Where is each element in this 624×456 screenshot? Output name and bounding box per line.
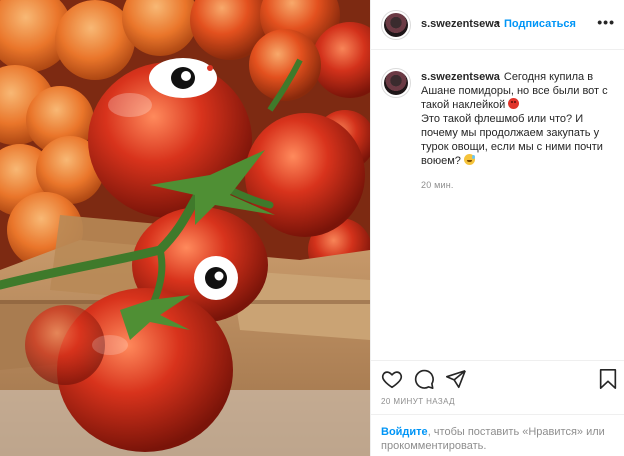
caption-time: 20 мин. (421, 180, 454, 190)
post-header: s.swezentsewa • Подписаться ••• (371, 0, 624, 50)
post-timestamp: 20 МИНУТ НАЗАД (381, 397, 455, 406)
caption-avatar[interactable] (381, 68, 411, 98)
caption-text: s.swezentsewa Сегодня купила в Ашане поми… (421, 70, 621, 168)
sticker-top (149, 58, 217, 98)
avatar[interactable] (381, 10, 411, 40)
follow-button[interactable]: Подписаться (504, 18, 576, 30)
separator-dot: • (496, 17, 500, 29)
action-bar (371, 360, 624, 396)
login-prompt: Войдите, чтобы поставить «Нравится» или … (381, 425, 617, 453)
bookmark-icon[interactable] (597, 368, 619, 390)
angry-face-emoji-icon (508, 98, 520, 109)
caption-username[interactable]: s.swezentsewa (421, 71, 500, 83)
tomatoes-image (0, 0, 370, 456)
post-side-panel: s.swezentsewa • Подписаться ••• s.swezen… (370, 0, 624, 456)
heart-icon[interactable] (381, 368, 403, 390)
sticker-bottom (194, 256, 238, 300)
caption-line2: Это такой флешмоб или что? И почему мы п… (421, 113, 603, 167)
post-photo[interactable] (0, 0, 370, 456)
paper-plane-icon[interactable] (445, 368, 467, 390)
login-link[interactable]: Войдите (381, 426, 428, 438)
login-footer: Войдите, чтобы поставить «Нравится» или … (371, 414, 624, 456)
sweat-smile-emoji-icon (463, 154, 475, 165)
header-username[interactable]: s.swezentsewa (421, 18, 500, 30)
instagram-post-window: s.swezentsewa • Подписаться ••• s.swezen… (0, 0, 624, 456)
comment-icon[interactable] (413, 368, 435, 390)
more-options-icon[interactable]: ••• (597, 14, 615, 30)
